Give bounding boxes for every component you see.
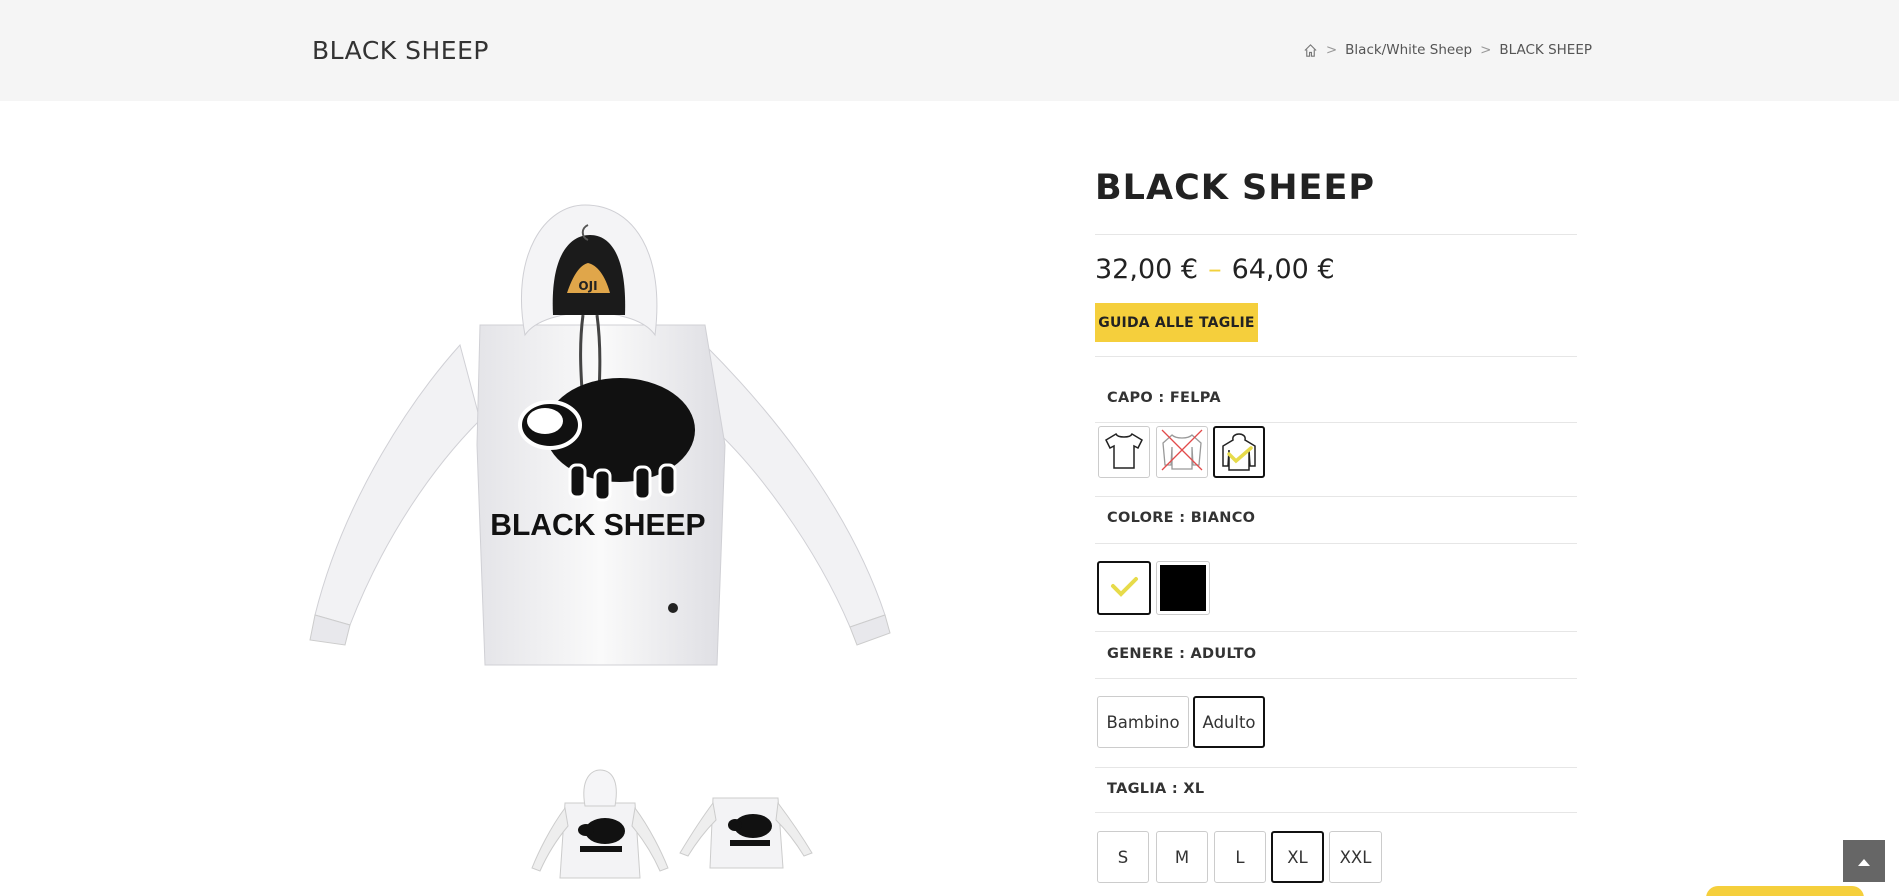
genere-option-bambino[interactable]: Bambino (1097, 696, 1189, 748)
hoodie-icon (1217, 428, 1261, 476)
capo-swatch-hoodie-selected[interactable] (1213, 426, 1265, 478)
product-thumbnail-2[interactable] (678, 768, 818, 883)
breadcrumb-current: BLACK SHEEP (1499, 42, 1592, 58)
price-range: 32,00 € – 64,00 € (1095, 254, 1335, 285)
divider (1095, 631, 1577, 632)
price-max: 64,00 € (1231, 254, 1335, 285)
size-option-xxl[interactable]: XXL (1329, 831, 1382, 883)
price-min: 32,00 € (1095, 254, 1199, 285)
checkmark-icon (1109, 571, 1139, 605)
color-swatch-black[interactable] (1156, 561, 1210, 615)
product-thumbnail-1[interactable] (530, 768, 670, 883)
sweatshirt-icon (1159, 427, 1205, 477)
capo-swatch-tshirt[interactable] (1098, 426, 1150, 478)
divider (1095, 234, 1577, 235)
chevron-up-icon (1857, 852, 1871, 871)
page-title: BLACK SHEEP (312, 36, 489, 65)
breadcrumb-separator: > (1480, 42, 1492, 58)
size-option-xl-selected[interactable]: XL (1271, 831, 1324, 883)
product-main-image[interactable]: OJI BLACK SHEEP (305, 195, 900, 680)
attribute-label-capo: CAPO : FELPA (1107, 390, 1221, 406)
size-guide-button[interactable]: GUIDA ALLE TAGLIE (1095, 303, 1258, 342)
home-icon[interactable] (1303, 43, 1318, 58)
price-separator: – (1208, 254, 1222, 285)
color-swatch-white-selected[interactable] (1097, 561, 1151, 615)
t-shirt-icon (1102, 428, 1146, 476)
size-option-s[interactable]: S (1097, 831, 1149, 883)
divider (1095, 543, 1577, 544)
divider (1095, 767, 1577, 768)
breadcrumb-link-category[interactable]: Black/White Sheep (1345, 42, 1472, 58)
attribute-label-genere: GENERE : ADULTO (1107, 646, 1257, 662)
genere-option-adulto-selected[interactable]: Adulto (1193, 696, 1265, 748)
breadcrumb: > Black/White Sheep > BLACK SHEEP (1303, 42, 1592, 58)
divider (1095, 496, 1577, 497)
hanger-label: OJI (578, 279, 597, 293)
breadcrumb-separator: > (1325, 42, 1338, 58)
black-color-chip (1160, 565, 1206, 611)
divider (1095, 356, 1577, 357)
product-title: BLACK SHEEP (1095, 168, 1376, 208)
capo-swatch-sweatshirt-unavailable[interactable] (1156, 426, 1208, 478)
divider (1095, 422, 1577, 423)
size-option-l[interactable]: L (1214, 831, 1266, 883)
attribute-label-taglia: TAGLIA : XL (1107, 781, 1205, 797)
divider (1095, 812, 1577, 813)
attribute-label-colore: COLORE : BIANCO (1107, 510, 1256, 526)
page-header-bar: BLACK SHEEP > Black/White Sheep > BLACK … (0, 0, 1899, 101)
chat-widget-button[interactable] (1706, 886, 1864, 896)
scroll-to-top-button[interactable] (1843, 840, 1885, 882)
print-text: BLACK SHEEP (490, 508, 705, 543)
size-option-m[interactable]: M (1156, 831, 1208, 883)
divider (1095, 678, 1577, 679)
